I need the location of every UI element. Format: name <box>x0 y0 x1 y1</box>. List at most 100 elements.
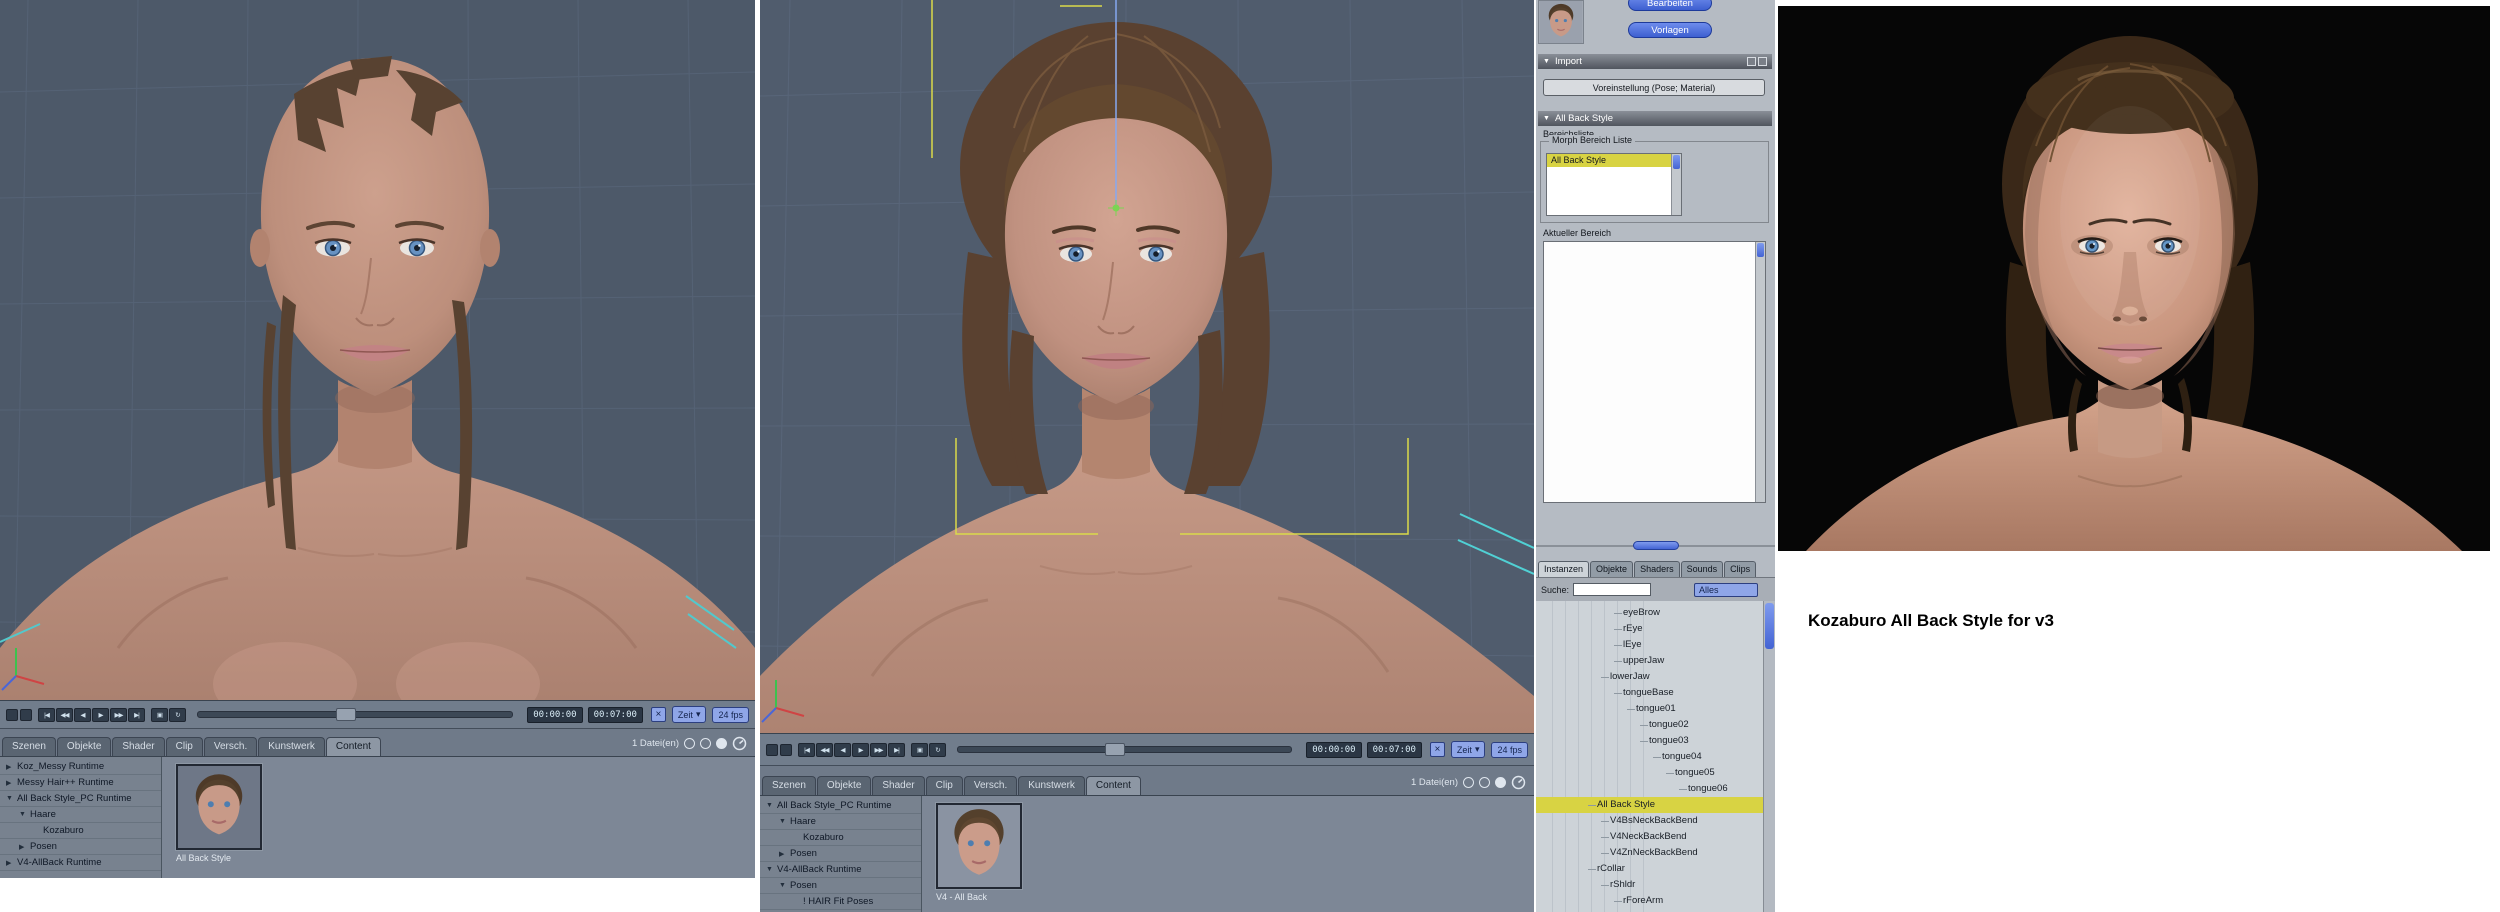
workspace-tab[interactable]: Objekte <box>56 737 112 756</box>
dial-icon[interactable] <box>1511 775 1526 790</box>
instance-tree-item[interactable]: lowerJaw <box>1536 669 1775 685</box>
timeline-aux-button[interactable]: ↻ <box>169 707 186 722</box>
import-section-header[interactable]: ▼ Import <box>1538 54 1772 69</box>
current-area-list[interactable] <box>1543 241 1766 503</box>
morph-region-list[interactable]: All Back Style <box>1546 153 1682 216</box>
instance-tree-item[interactable]: tongue02 <box>1536 717 1775 733</box>
runtime-tree-item[interactable]: ▼ Posen <box>760 878 921 894</box>
pane-splitter[interactable] <box>1536 540 1775 552</box>
end-time-field[interactable]: 00:07:00 <box>1366 741 1422 758</box>
view-mode-icon[interactable] <box>1479 777 1490 788</box>
workspace-tab[interactable]: Content <box>1085 776 1141 795</box>
instance-tree-item[interactable]: lEye <box>1536 637 1775 653</box>
workspace-tab[interactable]: Clip <box>165 737 203 756</box>
timeline-option-icon[interactable] <box>6 708 18 721</box>
runtime-tree-item[interactable]: Kozaburo <box>0 823 161 839</box>
scrubber-handle[interactable] <box>336 708 357 721</box>
timeline-option-icon[interactable] <box>20 708 32 721</box>
workspace-tab[interactable]: Versch. <box>203 737 258 756</box>
view-mode-icon[interactable] <box>1463 777 1474 788</box>
runtime-tree-item[interactable]: ▼ V4-AllBack Runtime <box>760 862 921 878</box>
view-mode-icon[interactable] <box>700 738 711 749</box>
transport-button[interactable]: ▶ <box>852 742 869 757</box>
3d-viewport-middle[interactable] <box>760 0 1534 733</box>
properties-tab[interactable]: Instanzen <box>1538 561 1590 577</box>
instance-tree-item[interactable]: tongueBase <box>1536 685 1775 701</box>
close-icon[interactable]: × <box>1429 742 1445 757</box>
instance-tree-item[interactable]: V4NeckBackBend <box>1536 829 1775 845</box>
fps-dropdown[interactable]: 24 fps <box>1491 741 1528 758</box>
current-list-scrollbar[interactable] <box>1755 242 1765 502</box>
edit-button[interactable]: Bearbeiten <box>1628 0 1712 11</box>
import-icon-b[interactable] <box>1758 57 1767 66</box>
workspace-tab[interactable]: Objekte <box>816 776 872 795</box>
instance-tree-item[interactable]: V4ZnNeckBackBend <box>1536 845 1775 861</box>
search-input[interactable] <box>1573 583 1652 596</box>
timeline-aux-button[interactable]: ▣ <box>151 707 168 722</box>
transport-button[interactable]: ◀ <box>834 742 851 757</box>
runtime-tree-item[interactable]: ▼ All Back Style_PC Runtime <box>760 798 921 814</box>
instance-tree-item[interactable]: tongue06 <box>1536 781 1775 797</box>
3d-viewport-left[interactable] <box>0 0 755 700</box>
time-mode-dropdown[interactable]: Zeit ▾ <box>1450 741 1486 758</box>
instance-tree-item[interactable]: tongue03 <box>1536 733 1775 749</box>
runtime-tree-item[interactable]: Kozaburo <box>760 830 921 846</box>
transport-button[interactable]: ▶| <box>128 707 145 722</box>
runtime-tree-item[interactable]: ▶ Koz_Messy Runtime <box>0 759 161 775</box>
instance-tree-item[interactable]: rCollar <box>1536 861 1775 877</box>
morph-list-item[interactable]: All Back Style <box>1547 154 1671 167</box>
instance-tree-item[interactable]: eyeBrow <box>1536 605 1775 621</box>
runtime-tree-item[interactable]: ▼ Haare <box>760 814 921 830</box>
runtime-tree-item[interactable]: ▼ Haare <box>0 807 161 823</box>
transport-button[interactable]: ◀◀ <box>56 707 73 722</box>
transport-button[interactable]: ▶ <box>92 707 109 722</box>
timeline-aux-button[interactable]: ▣ <box>911 742 928 757</box>
transport-button[interactable]: |◀ <box>798 742 815 757</box>
instance-tree-item[interactable]: rEye <box>1536 621 1775 637</box>
workspace-tab[interactable]: Versch. <box>963 776 1018 795</box>
instance-tree-scrollbar[interactable] <box>1763 601 1775 912</box>
runtime-tree-item[interactable]: ! HAIR Fit Poses <box>760 894 921 910</box>
properties-tab[interactable]: Objekte <box>1590 561 1634 577</box>
properties-tab[interactable]: Shaders <box>1634 561 1680 577</box>
instance-tree-item[interactable]: tongue01 <box>1536 701 1775 717</box>
workspace-tab[interactable]: Content <box>325 737 381 756</box>
transport-button[interactable]: ▶▶ <box>870 742 887 757</box>
scrubber-handle[interactable] <box>1104 743 1125 756</box>
workspace-tab[interactable]: Shader <box>872 776 925 795</box>
current-time-field[interactable]: 00:00:00 <box>1306 741 1362 758</box>
instance-tree-item[interactable]: rForeArm <box>1536 893 1775 909</box>
transport-button[interactable]: ▶▶ <box>110 707 127 722</box>
transport-button[interactable]: ◀◀ <box>816 742 833 757</box>
properties-tab[interactable]: Sounds <box>1680 561 1724 577</box>
close-icon[interactable]: × <box>650 707 666 722</box>
scrollbar-thumb[interactable] <box>1757 243 1764 257</box>
instance-tree-item[interactable]: rShldr <box>1536 877 1775 893</box>
view-mode-icon[interactable] <box>684 738 695 749</box>
fps-dropdown[interactable]: 24 fps <box>712 706 749 723</box>
preset-button[interactable]: Voreinstellung (Pose; Material) <box>1543 79 1765 96</box>
runtime-tree-item[interactable]: ▼ All Back Style_PC Runtime <box>0 791 161 807</box>
content-thumbnail[interactable]: All Back Style <box>176 764 266 863</box>
morph-list-scrollbar[interactable] <box>1671 154 1681 215</box>
end-time-field[interactable]: 00:07:00 <box>587 706 643 723</box>
workspace-tab[interactable]: Kunstwerk <box>1018 776 1085 795</box>
style-section-header[interactable]: ▼ All Back Style <box>1538 111 1772 126</box>
transport-button[interactable]: ▶| <box>888 742 905 757</box>
workspace-tab[interactable]: Szenen <box>2 737 56 756</box>
instance-tree-item[interactable]: tongue05 <box>1536 765 1775 781</box>
transport-button[interactable]: ◀ <box>74 707 91 722</box>
runtime-tree-item[interactable]: ▶ V4-AllBack Runtime <box>0 855 161 871</box>
workspace-tab[interactable]: Kunstwerk <box>258 737 325 756</box>
timeline-option-icon[interactable] <box>766 743 778 756</box>
timeline-scrubber[interactable] <box>957 743 1293 756</box>
workspace-tab[interactable]: Clip <box>925 776 963 795</box>
dial-icon[interactable] <box>732 736 747 751</box>
time-mode-dropdown[interactable]: Zeit ▾ <box>671 706 707 723</box>
instance-tree-item[interactable]: V4BsNeckBackBend <box>1536 813 1775 829</box>
view-mode-icon[interactable] <box>1495 777 1506 788</box>
scrollbar-thumb[interactable] <box>1765 603 1774 649</box>
scrollbar-thumb[interactable] <box>1673 155 1680 169</box>
instance-tree-item[interactable]: All Back Style <box>1536 797 1775 813</box>
timeline-aux-button[interactable]: ↻ <box>929 742 946 757</box>
